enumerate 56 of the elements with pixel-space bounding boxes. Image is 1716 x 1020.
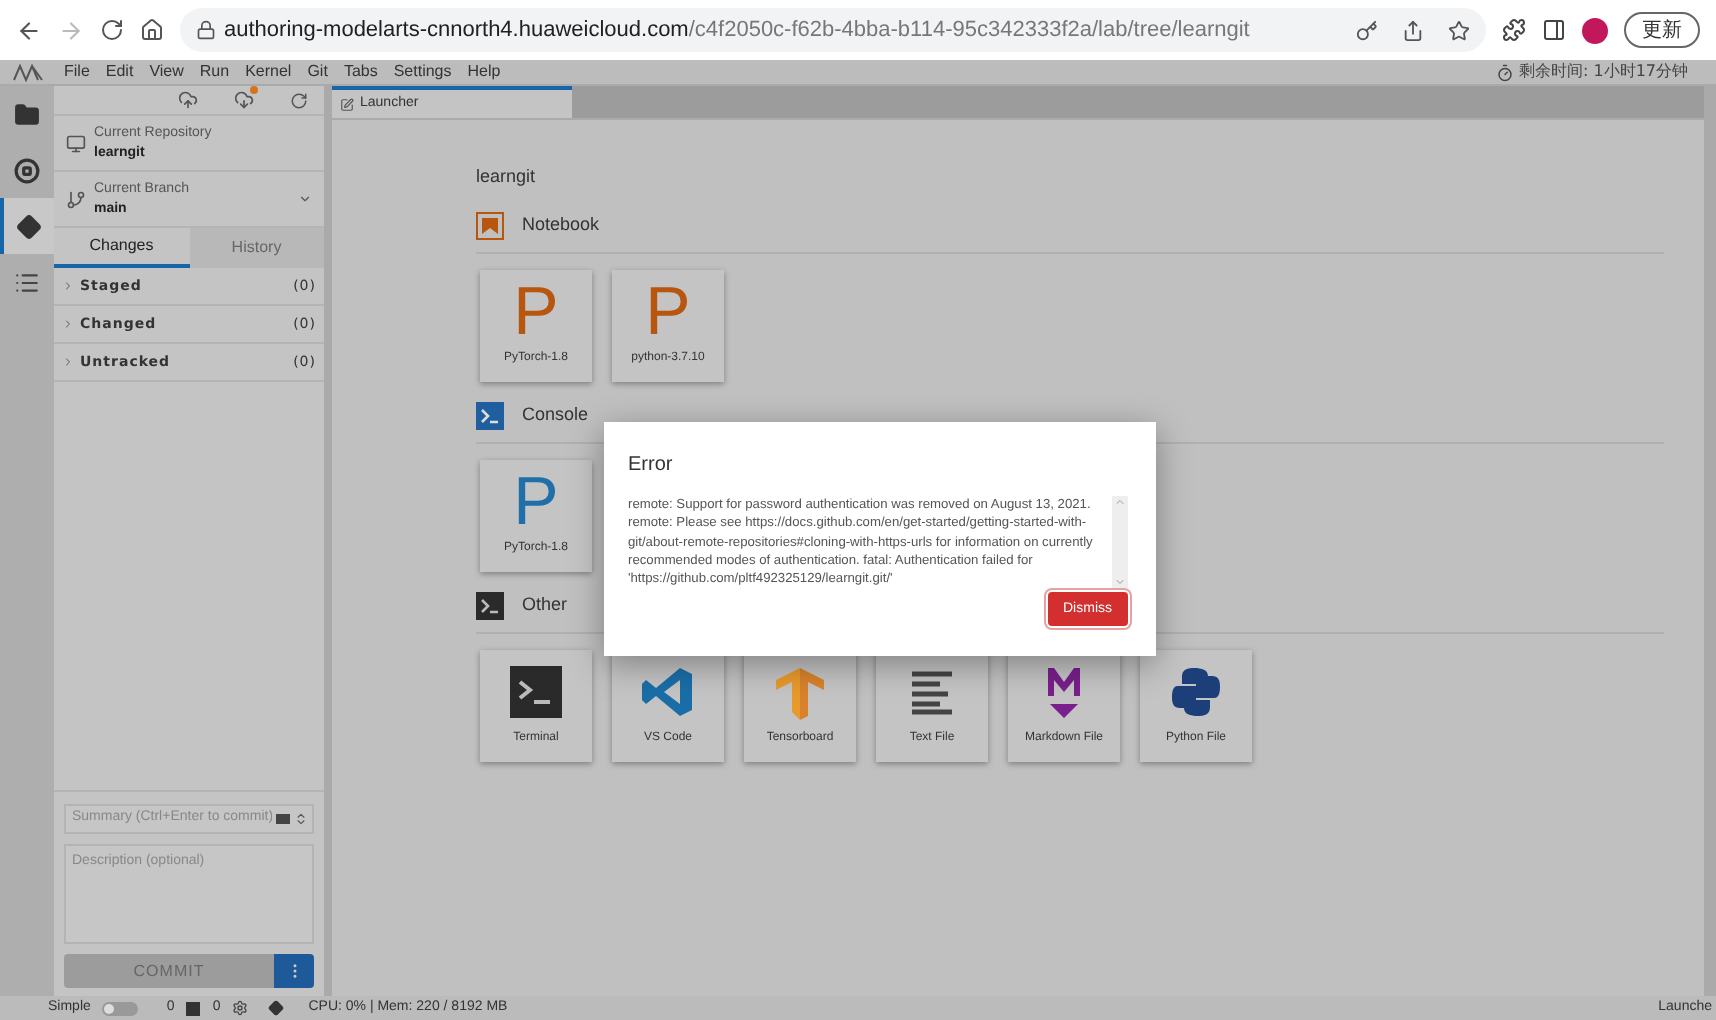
update-button[interactable]: 更新	[1624, 12, 1700, 48]
python-icon	[1170, 666, 1222, 718]
cloud-download-icon[interactable]	[234, 90, 254, 110]
section-title: Other	[522, 591, 568, 618]
timer-icon	[1496, 63, 1515, 81]
kernel-logo: P	[645, 278, 691, 346]
remaining-time: 剩余时间: 1小时17分钟	[1518, 60, 1688, 84]
app-logo	[12, 63, 44, 81]
simple-mode-toggle[interactable]	[102, 1001, 139, 1015]
side-panel-icon[interactable]	[1542, 18, 1566, 42]
code-editor-icon	[640, 664, 696, 720]
menu-item[interactable]: Tabs	[335, 60, 386, 84]
menu-item[interactable]: Git	[299, 60, 336, 84]
star-icon[interactable]	[1448, 19, 1470, 41]
caret-icon	[298, 192, 312, 206]
menu-item[interactable]: Edit	[97, 60, 142, 84]
kernel-logo: P	[513, 468, 559, 536]
menu-item[interactable]: Settings	[385, 60, 460, 84]
expand-icon	[62, 318, 74, 330]
edit-icon	[340, 97, 354, 111]
section-title: Notebook	[522, 211, 600, 238]
avatar[interactable]	[1582, 17, 1608, 43]
menu-item[interactable]: View	[141, 60, 192, 84]
key-icon[interactable]	[1356, 19, 1378, 41]
activity-tab[interactable]	[0, 198, 54, 254]
monitor-icon	[66, 133, 86, 153]
console-icon	[476, 401, 504, 429]
share-icon[interactable]	[1402, 19, 1424, 41]
branch-icon	[66, 189, 86, 209]
home-icon[interactable]	[140, 18, 164, 42]
list-icon[interactable]	[14, 269, 40, 295]
menu-item[interactable]: File	[56, 60, 98, 84]
kernel-logo: P	[513, 278, 559, 346]
dialog-title: Error	[628, 452, 675, 480]
notebook-icon	[476, 211, 504, 239]
markdown-icon	[1042, 664, 1086, 720]
lock-icon	[196, 20, 216, 40]
text-lines-icon	[908, 668, 956, 716]
stepper-icon[interactable]	[294, 812, 308, 826]
expand-icon	[62, 356, 74, 368]
menu-item[interactable]: Kernel	[237, 60, 300, 84]
menu-item[interactable]: Run	[191, 60, 238, 84]
address-bar[interactable]: authoring-modelarts-cnnorth4.huaweicloud.com/c4f2050c-f62b-4bba-b114-95c342333f2a/lab/tree/learngit	[180, 8, 1486, 52]
url-text: authoring-modelarts-cnnorth4.huaweicloud.com/c4f2050c-f62b-4bba-b114-95c342333f2a/lab/tree/learngit	[224, 15, 1250, 46]
section-title: Console	[522, 401, 589, 428]
refresh-icon[interactable]	[290, 91, 308, 109]
cloud-upload-icon[interactable]	[178, 90, 198, 110]
menu-item[interactable]: Help	[459, 60, 509, 84]
settings-icon[interactable]	[232, 1000, 249, 1016]
back-icon[interactable]	[16, 17, 42, 43]
stop-circle-icon[interactable]	[14, 157, 40, 183]
extensions-icon[interactable]	[1502, 18, 1526, 42]
expand-icon	[62, 280, 74, 292]
folder-icon[interactable]	[14, 101, 40, 127]
reload-icon[interactable]	[100, 18, 124, 42]
folder-name: learngit	[476, 164, 538, 190]
